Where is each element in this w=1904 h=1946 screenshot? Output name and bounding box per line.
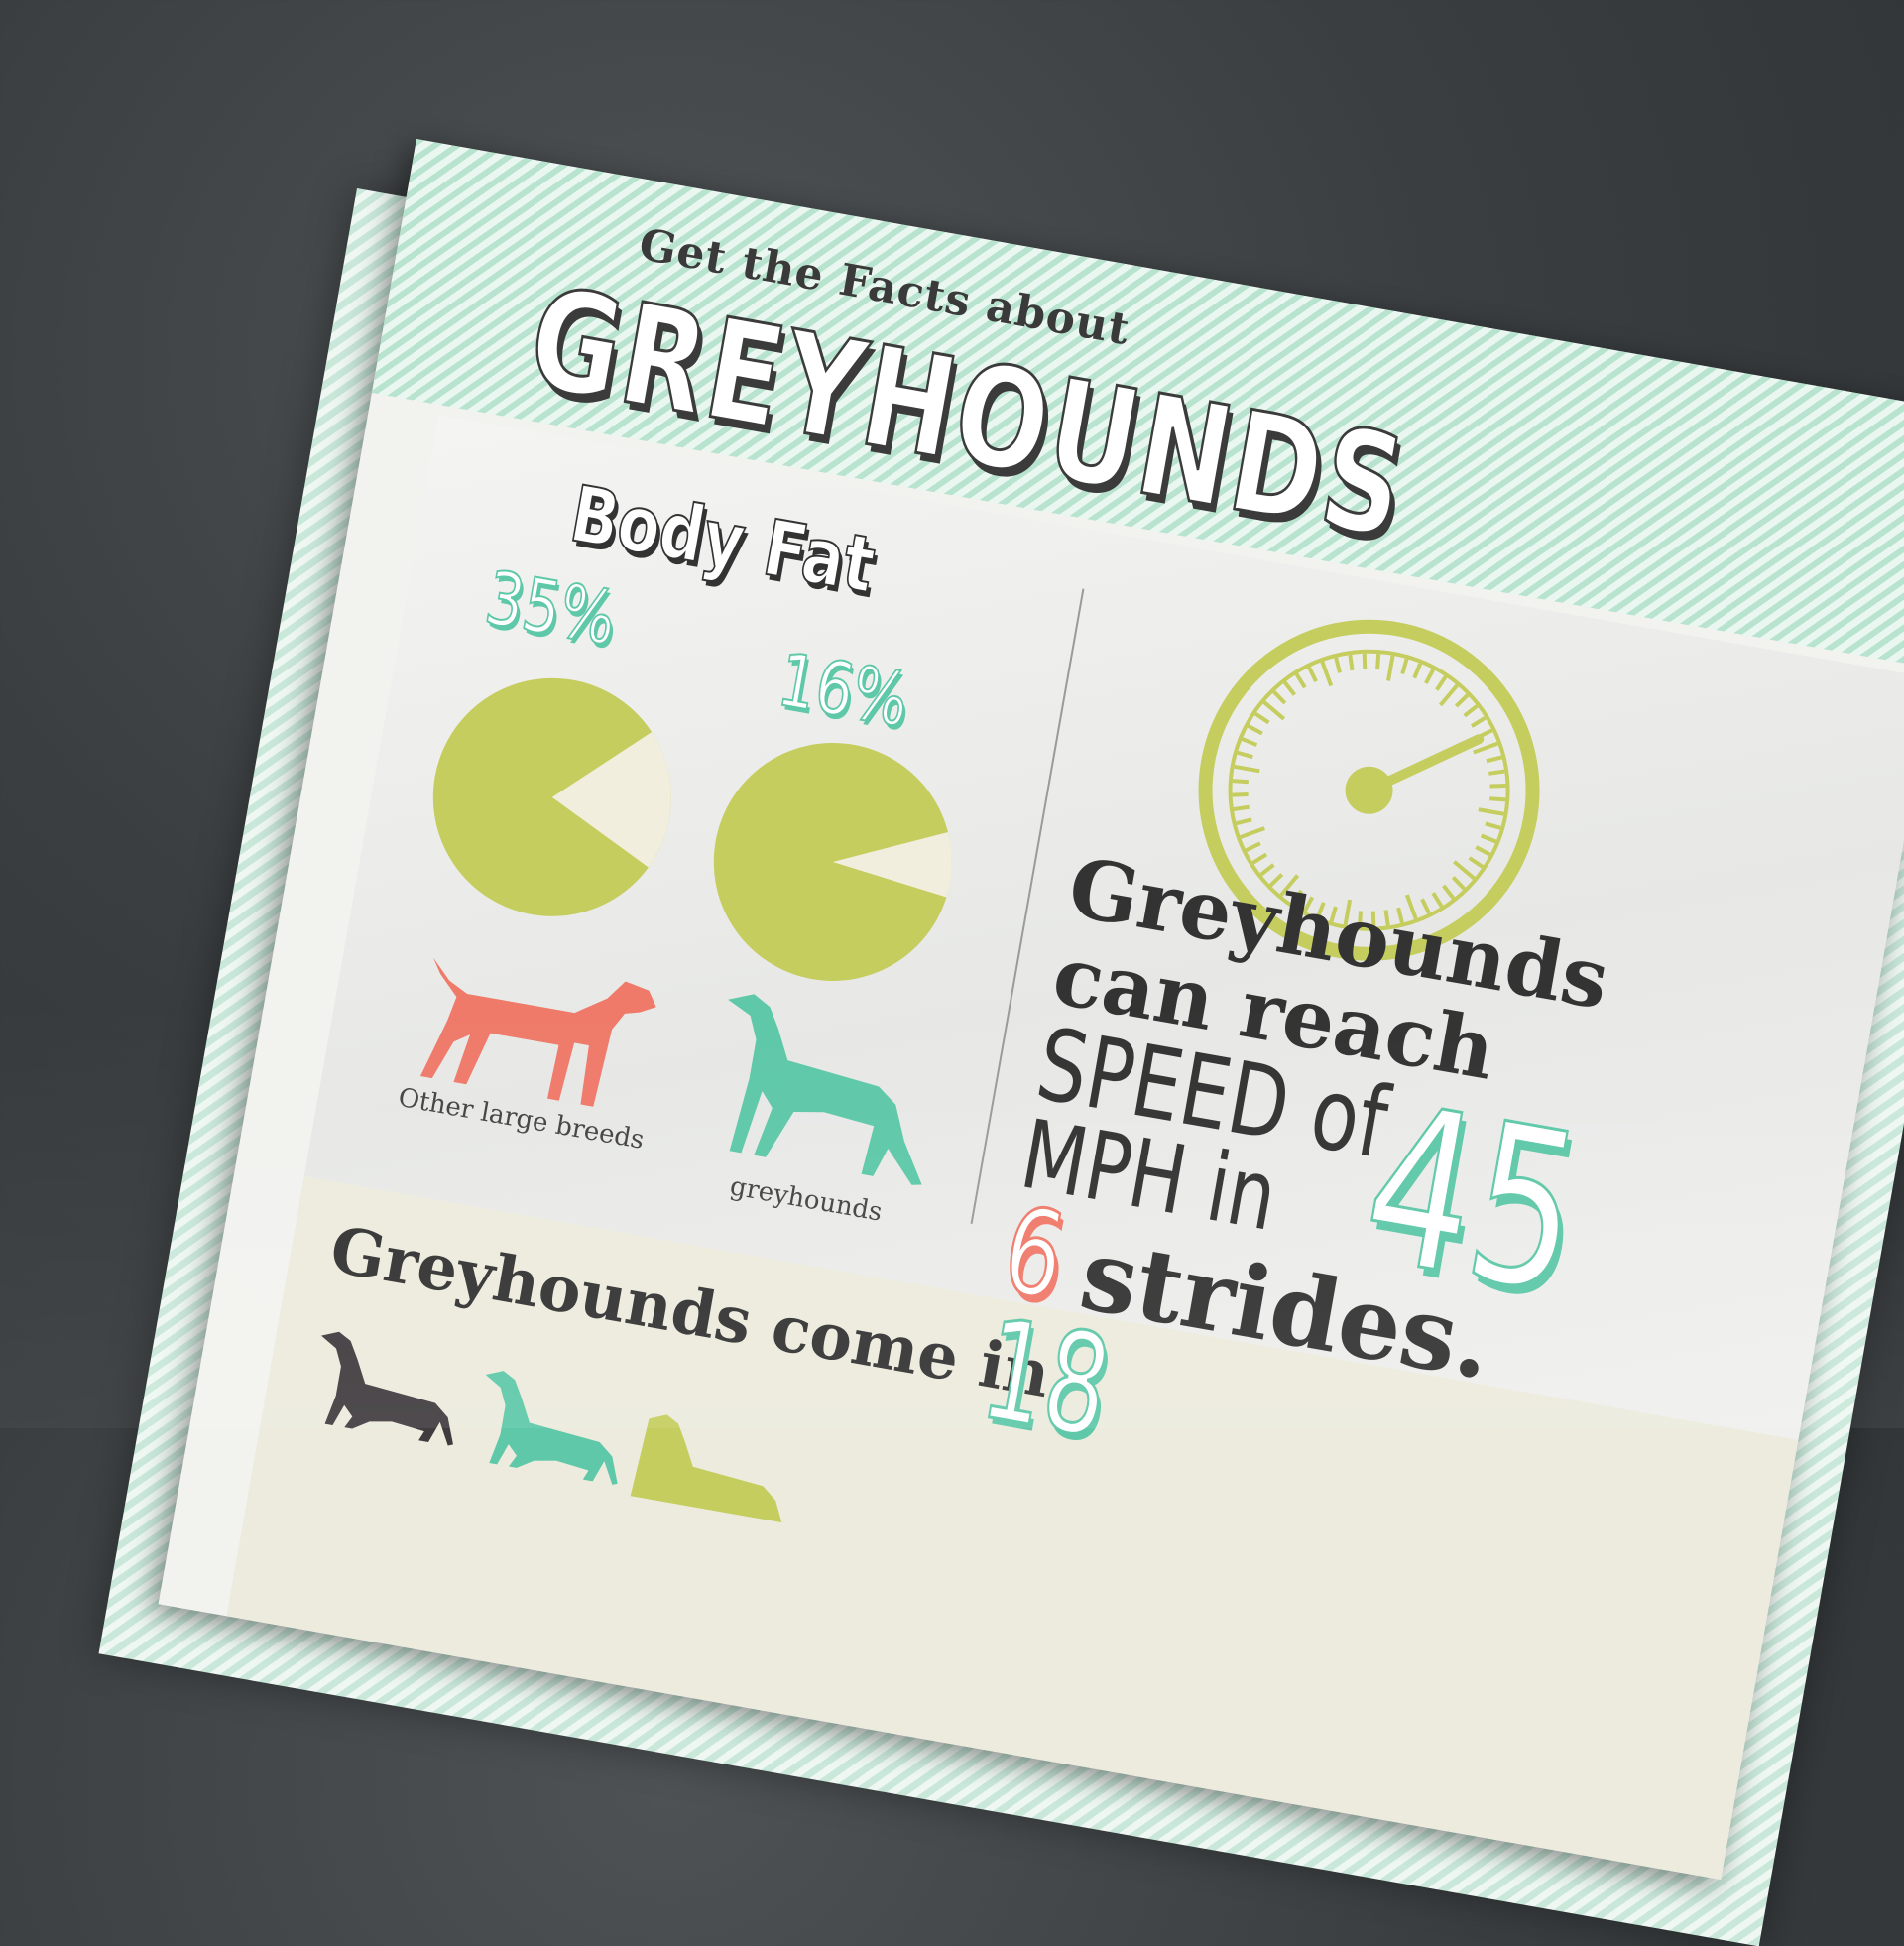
gauge-tick xyxy=(1237,750,1253,760)
gauge-tick xyxy=(1435,675,1448,691)
gauge-tick xyxy=(1236,817,1252,826)
gauge-tick xyxy=(1334,657,1342,673)
gauge-tick xyxy=(1262,700,1286,721)
gauge-tick xyxy=(1442,884,1456,900)
gauge-tick xyxy=(1488,769,1505,776)
gauge-tick xyxy=(1453,860,1476,881)
gauge-tick xyxy=(1240,826,1265,839)
gauge-tick xyxy=(1470,715,1487,728)
gauge-tick xyxy=(1245,841,1261,853)
gauge-tick xyxy=(1232,779,1249,785)
gauge-tick xyxy=(1320,661,1334,687)
greyhound-dark-icon xyxy=(321,1331,453,1446)
gauge-tick xyxy=(1294,672,1307,689)
gauge-tick xyxy=(1489,783,1506,789)
gauge-tick xyxy=(1451,876,1466,891)
photo-scene: Get the Facts about GREYHOUNDS Body Fat … xyxy=(0,0,1904,1946)
gauge-tick xyxy=(1475,845,1491,857)
gauge-tick xyxy=(1307,666,1318,682)
gauge-tick xyxy=(1468,856,1485,869)
other-breeds-body-fat-pie xyxy=(432,677,671,916)
gauge-tick xyxy=(1254,711,1270,725)
gauge-tick xyxy=(1454,693,1470,708)
gauge-tick xyxy=(1424,668,1436,684)
gauge-tick xyxy=(1439,683,1459,707)
gauge-tick xyxy=(1412,663,1423,679)
gauge-tick xyxy=(1386,655,1395,681)
gauge-tick xyxy=(1400,658,1409,675)
gauge-tick xyxy=(1489,796,1506,802)
gauge-tick xyxy=(1480,833,1497,844)
greyhound-mint-icon xyxy=(485,1371,618,1485)
gauge-tick xyxy=(1375,653,1381,670)
gauge-tick xyxy=(1251,852,1268,865)
gauge-tick xyxy=(1272,690,1287,705)
gauge-tick xyxy=(1485,821,1501,830)
gauge-tick xyxy=(1233,804,1250,811)
greyhound-body-fat-pie xyxy=(713,742,952,981)
gauge-tick xyxy=(1486,755,1502,764)
gauge-tick xyxy=(1247,724,1263,736)
gauge-tick xyxy=(1463,704,1479,718)
gauge-tick xyxy=(1241,737,1258,747)
gauge-tick xyxy=(1362,653,1368,669)
greyhound-infographic-poster: Get the Facts about GREYHOUNDS Body Fat … xyxy=(158,139,1904,1881)
gauge-tick xyxy=(1348,654,1355,671)
gauge-tick xyxy=(1234,764,1260,774)
gauge-tick xyxy=(1232,792,1249,797)
gauge-tick xyxy=(1283,680,1297,696)
gauge-tick xyxy=(1478,807,1504,816)
